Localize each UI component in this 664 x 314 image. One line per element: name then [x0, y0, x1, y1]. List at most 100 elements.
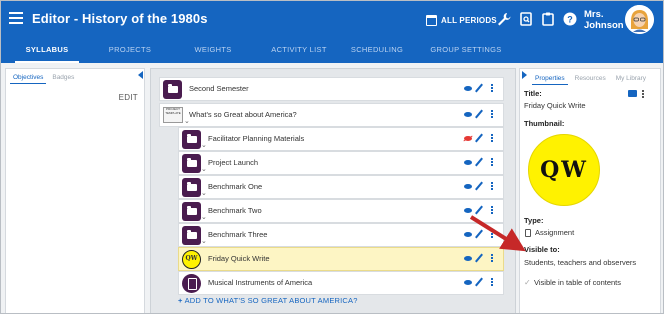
list-item[interactable]: ⌄ Facilitator Planning Materials [178, 127, 504, 151]
list-item[interactable]: Second Semester [159, 77, 504, 101]
all-periods-label: ALL PERIODS [441, 15, 497, 25]
tab-properties[interactable]: Properties [532, 75, 568, 85]
list-item-label: Benchmark Two [208, 206, 262, 215]
edit-pencil-icon[interactable] [475, 181, 483, 191]
row-actions [464, 253, 500, 265]
thumbnail-label: Thumbnail: [524, 119, 565, 128]
app-window: Editor - History of the 1980s ALL PERIOD… [0, 0, 664, 314]
tab-syllabus[interactable]: SYLLABUS [15, 39, 79, 63]
folder-icon [163, 80, 182, 99]
edit-pencil-icon[interactable] [475, 253, 483, 263]
row-actions [464, 109, 500, 121]
visibility-eye-icon[interactable] [464, 280, 472, 285]
visibility-eye-icon[interactable] [464, 208, 472, 213]
list-item-label: Benchmark Three [208, 230, 268, 239]
tab-resources[interactable]: Resources [572, 75, 609, 85]
tab-activity-list[interactable]: ACTIVITY LIST [259, 39, 339, 63]
list-item[interactable]: ⌄ Benchmark Two [178, 199, 504, 223]
row-actions [464, 83, 500, 95]
more-options-icon[interactable] [491, 158, 493, 160]
tab-group-settings[interactable]: GROUP SETTINGS [421, 39, 511, 63]
toc-visibility-label: Visible in table of contents [534, 278, 622, 287]
list-item-label: Friday Quick Write [208, 254, 270, 263]
more-options-icon[interactable] [491, 134, 493, 136]
hidden-eye-icon[interactable] [464, 136, 472, 141]
list-item[interactable]: ⌄ Benchmark Three [178, 223, 504, 247]
calendar-icon [426, 14, 437, 26]
more-options-icon[interactable] [491, 206, 493, 208]
row-actions [464, 277, 500, 289]
edit-pencil-icon[interactable] [475, 83, 483, 93]
list-item[interactable]: ⌄ Project Launch [178, 151, 504, 175]
visibility-eye-icon[interactable] [464, 256, 472, 261]
list-item-selected[interactable]: QW Friday Quick Write [178, 247, 504, 271]
edit-pencil-icon[interactable] [475, 205, 483, 215]
avatar-illustration [625, 5, 654, 34]
help-icon[interactable]: ? [562, 11, 578, 27]
row-actions [464, 205, 500, 217]
user-name[interactable]: Mrs. Johnson [584, 9, 624, 31]
chevron-down-icon[interactable]: ⌄ [201, 165, 207, 173]
list-item[interactable]: ⌄ Benchmark One [178, 175, 504, 199]
more-options-icon[interactable] [642, 90, 644, 92]
title-label: Title: [524, 89, 542, 98]
tab-weights[interactable]: WEIGHTS [181, 39, 245, 63]
edit-pencil-icon[interactable] [475, 277, 483, 287]
plus-icon: + [178, 296, 183, 305]
chevron-down-icon[interactable]: ⌄ [201, 141, 207, 149]
list-item[interactable]: PROJECT TEMPLATE ⌄ What's so Great about… [159, 103, 504, 127]
chevron-down-icon[interactable]: ⌄ [201, 189, 207, 197]
chevron-down-icon[interactable]: ⌄ [201, 237, 207, 245]
more-options-icon[interactable] [491, 182, 493, 184]
tab-badges[interactable]: Badges [49, 73, 77, 84]
more-options-icon[interactable] [491, 254, 493, 256]
visibility-eye-icon[interactable] [464, 232, 472, 237]
hamburger-menu-icon[interactable] [9, 12, 23, 24]
objectives-panel: Objectives Badges EDIT [5, 68, 145, 313]
edit-pencil-icon[interactable] [475, 109, 483, 119]
edit-pencil-icon[interactable] [475, 229, 483, 239]
list-item[interactable]: Musical Instruments of America [178, 271, 504, 295]
tab-projects[interactable]: PROJECTS [98, 39, 162, 63]
wrench-icon[interactable] [496, 11, 512, 27]
properties-panel: Properties Resources My Library Title: F… [519, 68, 661, 313]
title-value: Friday Quick Write [524, 101, 586, 110]
page-title: Editor - History of the 1980s [32, 11, 208, 26]
edit-objectives-button[interactable]: EDIT [119, 93, 138, 102]
quick-write-icon: QW [182, 250, 201, 269]
search-document-icon[interactable] [518, 11, 534, 27]
type-label: Type: [524, 216, 544, 225]
collapse-left-panel-icon[interactable] [138, 71, 143, 79]
image-icon[interactable] [628, 90, 637, 97]
edit-pencil-icon[interactable] [475, 133, 483, 143]
right-panel-tabs: Properties Resources My Library [532, 75, 653, 85]
more-options-icon[interactable] [491, 110, 493, 112]
more-options-icon[interactable] [491, 230, 493, 232]
type-value: Assignment [535, 228, 575, 237]
chevron-down-icon[interactable]: ⌄ [201, 213, 207, 221]
assignment-icon [525, 229, 531, 237]
more-options-icon[interactable] [491, 278, 493, 280]
row-actions [464, 229, 500, 241]
more-options-icon[interactable] [491, 84, 493, 86]
user-avatar[interactable] [625, 5, 654, 34]
syllabus-tree: Second Semester PROJECT TEMPLATE ⌄ What'… [150, 68, 516, 313]
folder-icon [182, 154, 201, 173]
edit-pencil-icon[interactable] [475, 157, 483, 167]
clipboard-icon[interactable] [540, 11, 556, 27]
all-periods-button[interactable]: ALL PERIODS [426, 13, 497, 27]
visibility-eye-icon[interactable] [464, 86, 472, 91]
tab-my-library[interactable]: My Library [613, 75, 649, 85]
thumbnail-image[interactable]: QW [524, 130, 604, 211]
tab-objectives[interactable]: Objectives [10, 73, 47, 84]
visibility-eye-icon[interactable] [464, 184, 472, 189]
visibility-eye-icon[interactable] [464, 160, 472, 165]
visibility-eye-icon[interactable] [464, 112, 472, 117]
list-item-label: Project Launch [208, 158, 259, 167]
checkmark-icon[interactable]: ✓ [524, 278, 531, 287]
folder-icon [182, 226, 201, 245]
tab-scheduling[interactable]: SCHEDULING [345, 39, 409, 63]
collapse-right-panel-icon[interactable] [522, 71, 527, 79]
add-item-link[interactable]: + ADD TO WHAT'S SO GREAT ABOUT AMERICA? [178, 296, 358, 305]
main-tab-bar: SYLLABUS PROJECTS WEIGHTS ACTIVITY LIST … [1, 39, 663, 63]
